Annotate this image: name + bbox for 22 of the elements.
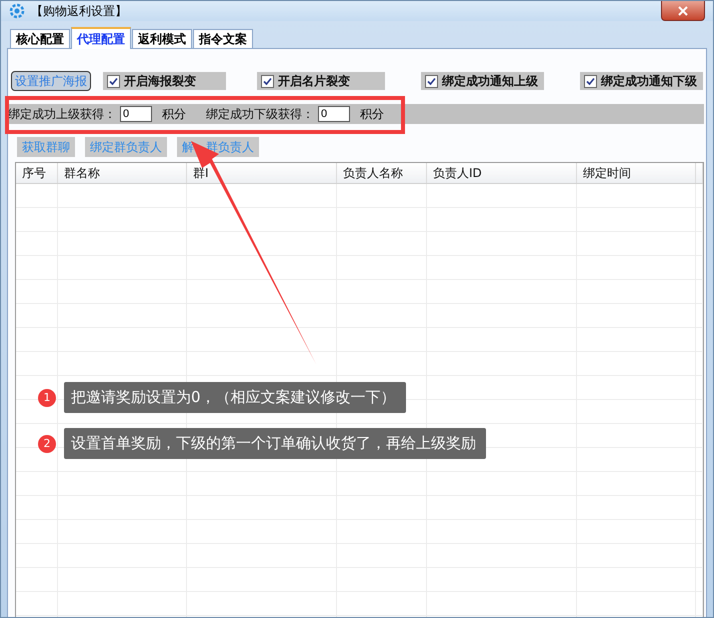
window-title: 【购物返利设置】	[31, 2, 127, 20]
column-header[interactable]: 绑定时间	[577, 163, 696, 183]
column-header[interactable]: 序号	[16, 163, 58, 183]
tab[interactable]: 代理配置	[71, 27, 131, 49]
callout: 设置首单奖励，下级的第一个订单确认收货了，再给上级奖励	[64, 428, 486, 459]
checkbox[interactable]: 开启海报裂变	[103, 72, 226, 90]
callout: 把邀请奖励设置为0，（相应文案建议修改一下）	[64, 382, 406, 413]
field-label: 绑定成功下级获得：	[206, 106, 314, 122]
points-input[interactable]: 0	[120, 106, 152, 122]
column-header[interactable]: 群名称	[58, 163, 187, 183]
tab[interactable]: 核心配置	[10, 29, 70, 48]
tab[interactable]: 指令文案	[193, 29, 253, 48]
checkbox[interactable]: 绑定成功通知下级	[580, 72, 703, 90]
column-header[interactable]: 负责人ID	[427, 163, 577, 183]
points-input[interactable]: 0	[318, 106, 350, 122]
checkbox[interactable]: 绑定成功通知上级	[421, 72, 544, 90]
unit-label: 积分	[360, 106, 384, 122]
column-header[interactable]: 负责人名称	[337, 163, 427, 183]
field-label: 绑定成功上级获得：	[8, 106, 116, 122]
checkbox[interactable]: 开启名片裂变	[257, 72, 385, 90]
unit-label: 积分	[162, 106, 186, 122]
tab[interactable]: 返利模式	[132, 29, 192, 48]
